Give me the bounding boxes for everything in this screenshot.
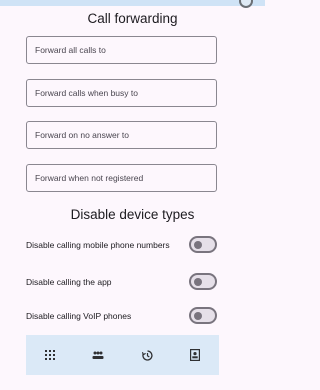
toggle-knob [194, 311, 202, 320]
forward-no-answer-input[interactable] [27, 122, 216, 148]
nav-dialpad[interactable] [26, 335, 74, 375]
toggle-label-mobile: Disable calling mobile phone numbers [26, 240, 170, 250]
disable-app-toggle[interactable] [189, 273, 217, 290]
toggle-knob [194, 277, 202, 286]
nav-people[interactable] [74, 335, 122, 375]
toggle-row-app: Disable calling the app [0, 272, 265, 294]
forward-no-answer-field[interactable] [26, 121, 217, 149]
forward-not-registered-input[interactable] [27, 165, 216, 191]
top-app-bar [0, 0, 265, 8]
toggle-knob [194, 240, 202, 249]
forward-all-calls-input[interactable] [27, 37, 216, 63]
call-forwarding-screen: Call forwarding Disable device types Dis… [0, 0, 265, 390]
toggle-label-voip: Disable calling VoIP phones [26, 311, 132, 321]
nav-contacts[interactable] [171, 335, 219, 375]
section-title-disable-device-types: Disable device types [70, 207, 195, 222]
disable-voip-toggle[interactable] [189, 307, 217, 324]
toggle-label-app: Disable calling the app [26, 277, 112, 287]
forward-when-busy-field[interactable] [26, 79, 217, 107]
forward-when-busy-input[interactable] [27, 80, 216, 106]
section-title-call-forwarding: Call forwarding [87, 11, 178, 26]
contacts-icon [190, 349, 200, 361]
account-icon[interactable] [239, 0, 253, 8]
forward-not-registered-field[interactable] [26, 164, 217, 192]
dialpad-icon [45, 350, 55, 360]
bottom-navigation [26, 335, 219, 375]
people-icon [92, 351, 104, 359]
bottom-strip [0, 375, 265, 390]
toggle-row-voip: Disable calling VoIP phones [0, 306, 265, 328]
forward-all-calls-field[interactable] [26, 36, 217, 64]
disable-mobile-toggle[interactable] [189, 236, 217, 253]
toggle-row-mobile: Disable calling mobile phone numbers [0, 235, 265, 257]
history-icon [141, 349, 153, 361]
nav-history[interactable] [123, 335, 171, 375]
